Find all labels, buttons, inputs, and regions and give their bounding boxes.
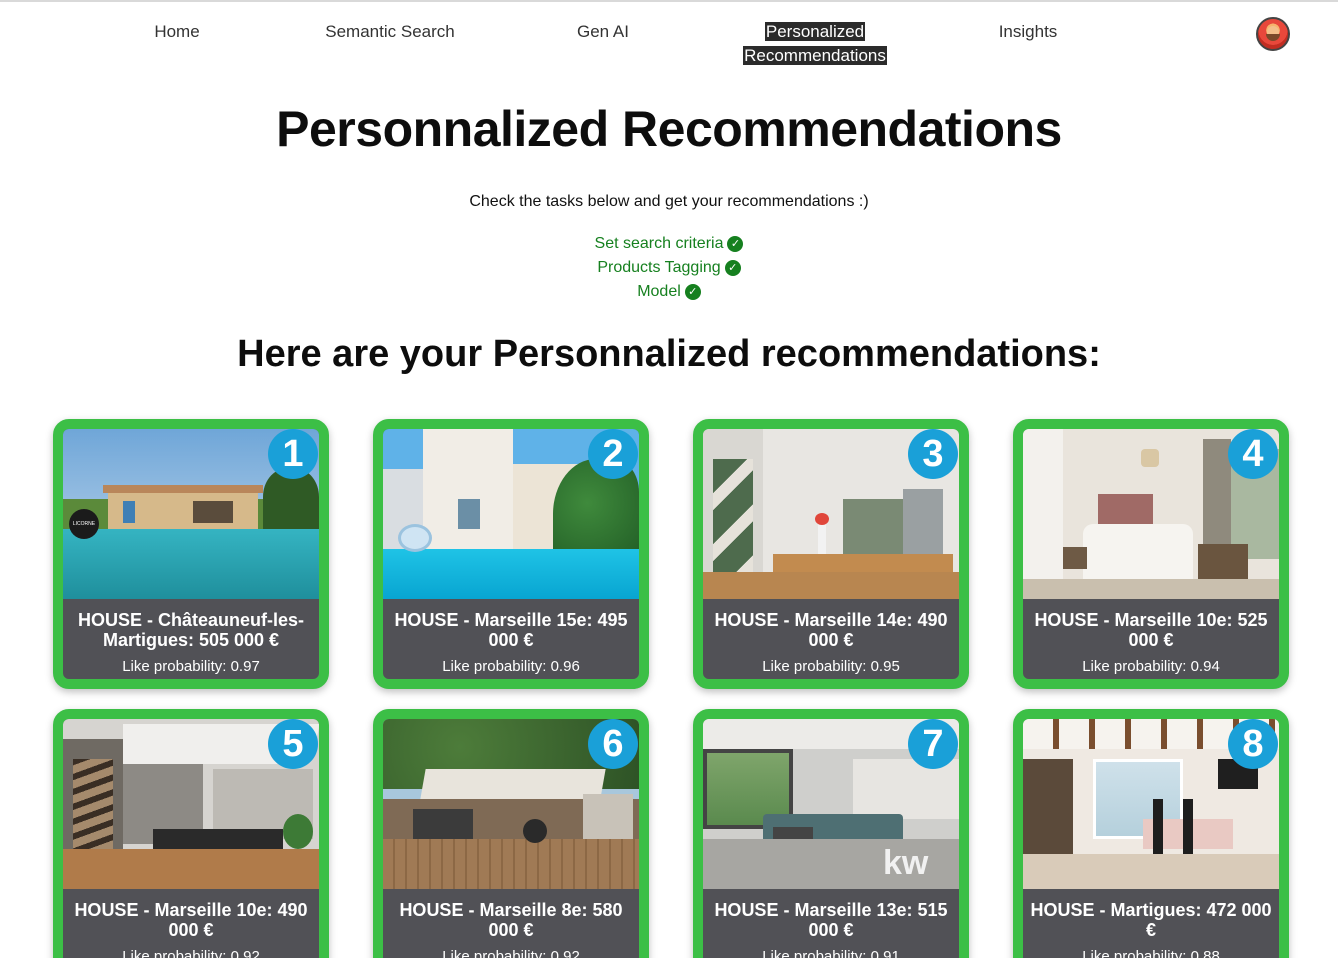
nav-gen-ai[interactable]: Gen AI (560, 20, 646, 44)
user-avatar-icon[interactable] (1256, 17, 1290, 51)
task-label: Model (637, 283, 681, 300)
rank-badge: 4 (1228, 429, 1278, 479)
property-title: HOUSE - Marseille 8e: 580 000 € (399, 900, 623, 940)
like-probability: Like probability: 0.92 (122, 948, 260, 958)
property-title: HOUSE - Marseille 15e: 495 000 € (394, 610, 628, 650)
rank-badge: 2 (588, 429, 638, 479)
like-probability: Like probability: 0.96 (442, 658, 580, 675)
property-title: HOUSE - Marseille 13e: 515 000 € (714, 900, 948, 940)
task-list: Set search criteria ✓ Products Tagging ✓ M… (0, 232, 1338, 304)
rank-badge: 1 (268, 429, 318, 479)
recommendation-card[interactable]: 3 HOUSE - Marseille 14e: 490 000 € Like … (693, 419, 969, 689)
check-circle-icon: ✓ (724, 260, 741, 276)
recommendation-card[interactable]: 2 HOUSE - Marseille 15e: 495 000 € Like … (373, 419, 649, 689)
property-title: HOUSE - Châteauneuf-les-Martigues: 505 0… (77, 610, 305, 650)
recommendation-card[interactable]: LICORNE 1 HOUSE - Châteauneuf-les-Martig… (53, 419, 329, 689)
task-label: Set search criteria (594, 235, 724, 252)
recommendation-card[interactable]: 6 HOUSE - Marseille 8e: 580 000 € Like p… (373, 709, 649, 958)
like-probability: Like probability: 0.92 (442, 948, 580, 958)
like-probability: Like probability: 0.97 (122, 658, 260, 675)
nav-home[interactable]: Home (135, 20, 219, 44)
like-probability: Like probability: 0.94 (1082, 658, 1220, 675)
like-probability: Like probability: 0.95 (762, 658, 900, 675)
task-item: Model ✓ (0, 280, 1338, 304)
check-circle-icon: ✓ (727, 236, 744, 252)
top-nav: Home Semantic Search Gen AI Personalized… (0, 0, 1338, 70)
rank-badge: 8 (1228, 719, 1278, 769)
task-item: Products Tagging ✓ (0, 256, 1338, 280)
like-probability: Like probability: 0.91 (762, 948, 900, 958)
recommendations-heading: Here are your Personnalized recommendati… (237, 333, 1101, 375)
recommendation-card[interactable]: kw 7 HOUSE - Marseille 13e: 515 000 € Li… (693, 709, 969, 958)
recommendation-card[interactable]: 8 HOUSE - Martigues: 472 000 € Like prob… (1013, 709, 1289, 958)
task-label: Products Tagging (597, 259, 721, 276)
rank-badge: 3 (908, 429, 958, 479)
nav-personalized-recommendations[interactable]: Personalized Recommendations (735, 20, 895, 68)
task-item: Set search criteria ✓ (0, 232, 1338, 256)
property-title: HOUSE - Marseille 10e: 525 000 € (1034, 610, 1268, 650)
rank-badge: 6 (588, 719, 638, 769)
rank-badge: 7 (908, 719, 958, 769)
page-title: Personnalized Recommendations (276, 101, 1062, 157)
intro-text: Check the tasks below and get your recom… (469, 193, 869, 210)
property-title: HOUSE - Marseille 14e: 490 000 € (714, 610, 948, 650)
nav-insights[interactable]: Insights (980, 20, 1076, 44)
check-circle-icon: ✓ (684, 284, 701, 300)
like-probability: Like probability: 0.88 (1082, 948, 1220, 958)
property-title: HOUSE - Marseille 10e: 490 000 € (74, 900, 308, 940)
recommendation-card[interactable]: 4 HOUSE - Marseille 10e: 525 000 € Like … (1013, 419, 1289, 689)
rank-badge: 5 (268, 719, 318, 769)
nav-semantic-search[interactable]: Semantic Search (310, 20, 470, 44)
recommendation-card[interactable]: 5 HOUSE - Marseille 10e: 490 000 € Like … (53, 709, 329, 958)
property-title: HOUSE - Martigues: 472 000 € (1030, 900, 1272, 940)
